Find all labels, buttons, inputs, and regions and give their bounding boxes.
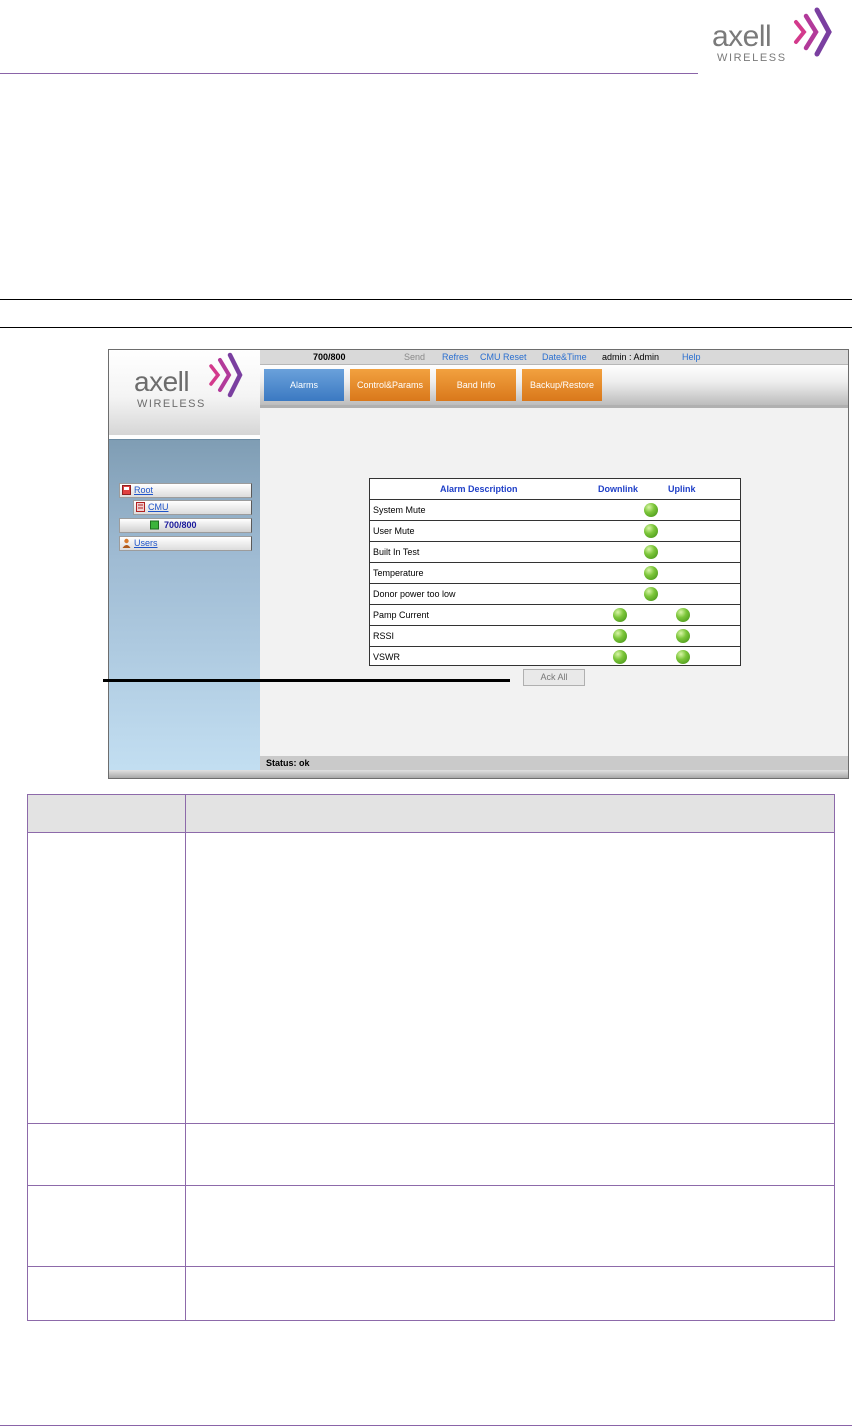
section-rule-bottom bbox=[0, 327, 852, 328]
header-alarm-description: Alarm Description bbox=[440, 484, 518, 494]
tab-backup-restore[interactable]: Backup/Restore bbox=[522, 369, 602, 401]
description-table-row-divider bbox=[28, 1123, 834, 1124]
alarm-row: System Mute bbox=[370, 500, 740, 521]
downlink-led-icon bbox=[613, 650, 627, 664]
section-rule-top bbox=[0, 299, 852, 300]
footer-rule bbox=[0, 1425, 852, 1426]
alarm-label: VSWR bbox=[373, 652, 400, 662]
header-downlink: Downlink bbox=[598, 484, 638, 494]
alarm-label: Pamp Current bbox=[373, 610, 430, 620]
uplink-led-icon bbox=[676, 629, 690, 643]
tree-item-users[interactable]: Users bbox=[119, 536, 252, 551]
uplink-led-icon bbox=[676, 608, 690, 622]
alarm-label: Built In Test bbox=[373, 547, 420, 557]
tree-label-users[interactable]: Users bbox=[134, 537, 158, 550]
node-status-icon bbox=[150, 520, 159, 530]
tree-label-cmu[interactable]: CMU bbox=[148, 501, 169, 514]
send-link[interactable]: Send bbox=[404, 350, 425, 364]
alarm-label: RSSI bbox=[373, 631, 395, 641]
logo-waves-icon bbox=[794, 7, 832, 57]
user-label: admin : Admin bbox=[602, 352, 660, 362]
ack-all-button[interactable]: Ack All bbox=[523, 669, 585, 686]
callout-line bbox=[103, 679, 510, 682]
top-menu-bar: 700/800 Send Refres CMU Reset Date&Time … bbox=[260, 350, 848, 365]
alarm-label: System Mute bbox=[373, 505, 426, 515]
window-bottom-edge bbox=[109, 770, 848, 778]
description-table bbox=[27, 794, 835, 1321]
sidebar-logo-wordmark: axell bbox=[134, 366, 190, 397]
alarm-table: Alarm Description Downlink Uplink System… bbox=[369, 478, 741, 666]
alarm-row: Built In Test bbox=[370, 542, 740, 563]
status-led-icon bbox=[644, 545, 658, 559]
alarm-row: Temperature bbox=[370, 563, 740, 584]
downlink-led-icon bbox=[613, 608, 627, 622]
status-led-icon bbox=[644, 566, 658, 580]
cmu-reset-link[interactable]: CMU Reset bbox=[480, 350, 527, 364]
cmu-icon bbox=[136, 502, 145, 512]
logo-wordmark: axell bbox=[712, 20, 772, 53]
alarm-table-header: Alarm Description Downlink Uplink bbox=[370, 479, 740, 500]
tab-control-params[interactable]: Control&Params bbox=[350, 369, 430, 401]
logo-subtitle: WIRELESS bbox=[717, 52, 787, 64]
root-icon bbox=[122, 485, 131, 495]
alarm-label: Temperature bbox=[373, 568, 424, 578]
downlink-led-icon bbox=[613, 629, 627, 643]
description-table-column-divider bbox=[185, 795, 186, 1320]
tree-item-root[interactable]: Root bbox=[119, 483, 252, 498]
description-table-row-divider bbox=[28, 1266, 834, 1267]
tree-label-root[interactable]: Root bbox=[134, 484, 153, 497]
status-led-icon bbox=[644, 503, 658, 517]
alarm-row: Pamp Current bbox=[370, 605, 740, 626]
axell-logo: axell WIRELESS bbox=[712, 6, 840, 66]
alarm-row: User Mute bbox=[370, 521, 740, 542]
tree-item-cmu[interactable]: CMU bbox=[133, 500, 252, 515]
tab-band-info[interactable]: Band Info bbox=[436, 369, 516, 401]
alarm-row: VSWR bbox=[370, 647, 740, 667]
current-node-label: 700/800 bbox=[313, 352, 346, 362]
status-led-icon bbox=[644, 587, 658, 601]
alarm-row: RSSI bbox=[370, 626, 740, 647]
status-text: Status: ok bbox=[266, 758, 310, 768]
help-link[interactable]: Help bbox=[682, 350, 701, 364]
uplink-led-icon bbox=[676, 650, 690, 664]
status-led-icon bbox=[644, 524, 658, 538]
sidebar-logo-subtitle: WIRELESS bbox=[137, 398, 206, 410]
datetime-link[interactable]: Date&Time bbox=[542, 350, 587, 364]
status-bar: Status: ok bbox=[260, 756, 848, 770]
tab-alarms[interactable]: Alarms bbox=[264, 369, 344, 401]
sidebar-logo-waves-icon bbox=[209, 352, 243, 398]
header-uplink: Uplink bbox=[668, 484, 696, 494]
description-table-header bbox=[28, 795, 834, 833]
alarm-row: Donor power too low bbox=[370, 584, 740, 605]
web-gui-screenshot: axell WIRELESS Root CMU 700/800 Users 70… bbox=[108, 349, 849, 779]
description-table-row-divider bbox=[28, 1185, 834, 1186]
alarm-label: Donor power too low bbox=[373, 589, 456, 599]
alarm-label: User Mute bbox=[373, 526, 415, 536]
header-rule bbox=[0, 73, 698, 74]
refresh-link[interactable]: Refres bbox=[442, 350, 469, 364]
sidebar-logo-area: axell WIRELESS bbox=[109, 350, 260, 435]
users-icon bbox=[122, 538, 131, 548]
tree-label-700-800[interactable]: 700/800 bbox=[164, 519, 197, 532]
tree-item-700-800[interactable]: 700/800 bbox=[119, 518, 252, 533]
